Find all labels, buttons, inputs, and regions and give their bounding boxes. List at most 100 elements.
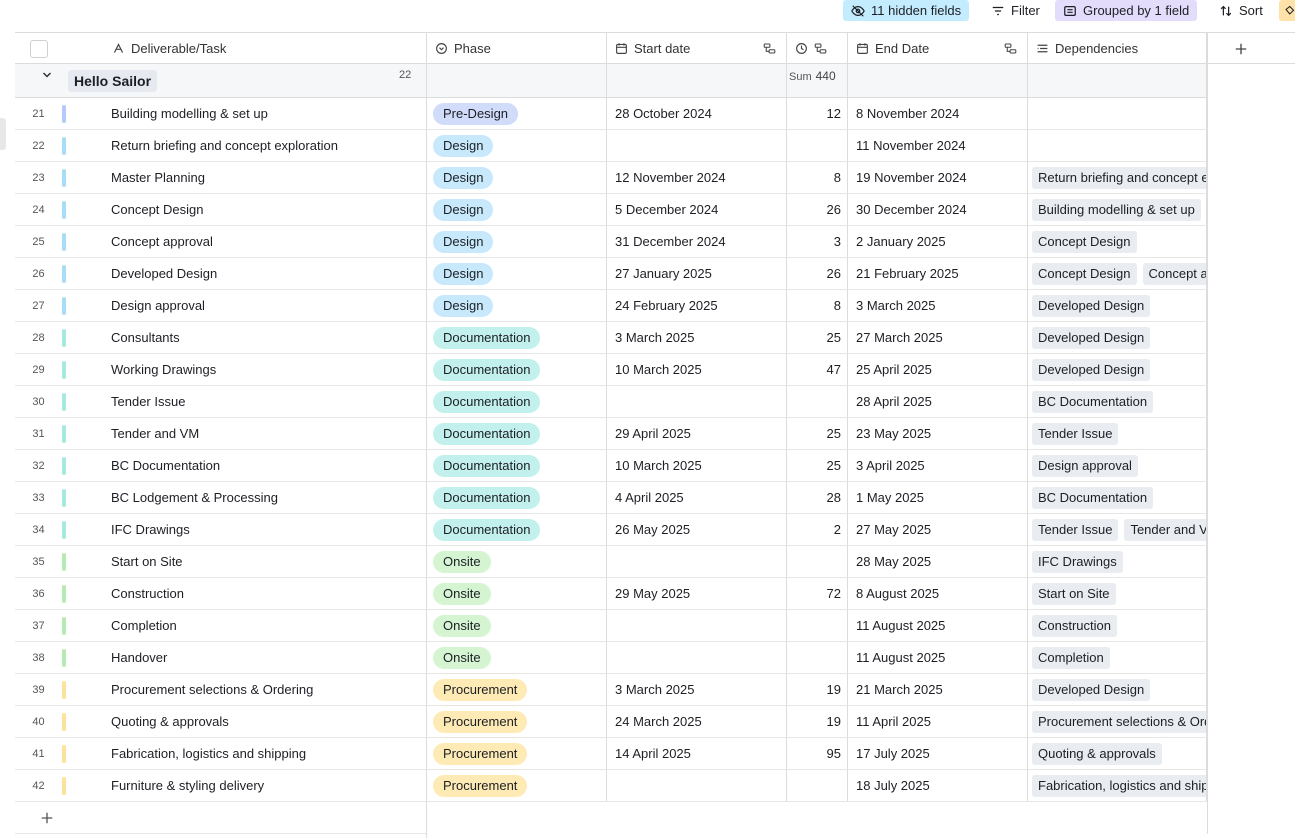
- start-date-cell[interactable]: 3 March 2025: [607, 322, 787, 353]
- task-name-cell[interactable]: Furniture & styling delivery: [66, 770, 427, 801]
- dependency-chip[interactable]: Construction: [1032, 614, 1117, 637]
- table-row[interactable]: 32 BC Documentation Documentation 10 March …: [15, 450, 1207, 482]
- table-row[interactable]: 42 Furniture & styling delivery Procuremen…: [15, 770, 1207, 802]
- dependencies-cell[interactable]: Quoting & approvals: [1028, 738, 1207, 769]
- phase-cell[interactable]: Pre-Design: [427, 98, 607, 129]
- table-row[interactable]: 36 Construction Onsite 29 May 2025 72 8 Augus…: [15, 578, 1207, 610]
- dependencies-cell[interactable]: Completion: [1028, 642, 1207, 673]
- phase-cell[interactable]: Procurement: [427, 706, 607, 737]
- start-date-cell[interactable]: [607, 546, 787, 577]
- end-date-cell[interactable]: 30 December 2024: [848, 194, 1028, 225]
- dependency-chip[interactable]: IFC Drawings: [1032, 550, 1123, 573]
- phase-cell[interactable]: Procurement: [427, 738, 607, 769]
- sort-button[interactable]: Sort: [1211, 0, 1271, 21]
- duration-cell[interactable]: 47: [787, 354, 848, 385]
- start-date-cell[interactable]: [607, 770, 787, 801]
- dependency-chip[interactable]: BC Documentation: [1032, 486, 1154, 509]
- task-name-cell[interactable]: Building modelling & set up: [66, 98, 427, 129]
- duration-cell[interactable]: [787, 770, 848, 801]
- task-name-cell[interactable]: Working Drawings: [66, 354, 427, 385]
- table-row[interactable]: 41 Fabrication, logistics and shipping Pro…: [15, 738, 1207, 770]
- dependencies-cell[interactable]: [1028, 98, 1207, 129]
- task-name-cell[interactable]: Tender and VM: [66, 418, 427, 449]
- phase-cell[interactable]: Design: [427, 290, 607, 321]
- start-date-cell[interactable]: 26 May 2025: [607, 514, 787, 545]
- dependency-chip[interactable]: Building modelling & set up: [1032, 198, 1201, 221]
- phase-cell[interactable]: Onsite: [427, 546, 607, 577]
- start-date-cell[interactable]: 31 December 2024: [607, 226, 787, 257]
- end-date-cell[interactable]: 21 February 2025: [848, 258, 1028, 289]
- dependencies-cell[interactable]: Developed Design: [1028, 354, 1207, 385]
- phase-cell[interactable]: Onsite: [427, 610, 607, 641]
- table-row[interactable]: 23 Master Planning Design 12 November 2024 8…: [15, 162, 1207, 194]
- duration-cell[interactable]: [787, 546, 848, 577]
- end-date-cell[interactable]: 28 May 2025: [848, 546, 1028, 577]
- end-date-cell[interactable]: 19 November 2024: [848, 162, 1028, 193]
- dependency-chip[interactable]: Design approval: [1032, 454, 1138, 477]
- table-row[interactable]: 31 Tender and VM Documentation 29 April 202…: [15, 418, 1207, 450]
- duration-cell[interactable]: [787, 642, 848, 673]
- task-name-cell[interactable]: Design approval: [66, 290, 427, 321]
- group-button[interactable]: Grouped by 1 field: [1055, 0, 1198, 21]
- table-row[interactable]: 37 Completion Onsite 11 August 2025 Construc…: [15, 610, 1207, 642]
- dependencies-cell[interactable]: Concept DesignConcept approval: [1028, 258, 1207, 289]
- filter-button[interactable]: Filter: [983, 0, 1048, 21]
- phase-cell[interactable]: Documentation: [427, 514, 607, 545]
- task-name-cell[interactable]: Concept Design: [66, 194, 427, 225]
- dependencies-cell[interactable]: Developed Design: [1028, 674, 1207, 705]
- end-date-cell[interactable]: 1 May 2025: [848, 482, 1028, 513]
- table-row[interactable]: 29 Working Drawings Documentation 10 March …: [15, 354, 1207, 386]
- phase-cell[interactable]: Design: [427, 194, 607, 225]
- table-row[interactable]: 27 Design approval Design 24 February 2025 8…: [15, 290, 1207, 322]
- end-date-cell[interactable]: 18 July 2025: [848, 770, 1028, 801]
- column-header-end[interactable]: End Date: [848, 33, 1028, 64]
- task-name-cell[interactable]: Quoting & approvals: [66, 706, 427, 737]
- duration-cell[interactable]: 26: [787, 194, 848, 225]
- start-date-cell[interactable]: [607, 130, 787, 161]
- start-date-cell[interactable]: 4 April 2025: [607, 482, 787, 513]
- end-date-cell[interactable]: 11 November 2024: [848, 130, 1028, 161]
- task-name-cell[interactable]: Start on Site: [66, 546, 427, 577]
- dependencies-cell[interactable]: Fabrication, logistics and shipping: [1028, 770, 1207, 801]
- start-date-cell[interactable]: 10 March 2025: [607, 354, 787, 385]
- start-date-cell[interactable]: 10 March 2025: [607, 450, 787, 481]
- hidden-fields-button[interactable]: 11 hidden fields: [843, 0, 970, 21]
- dependencies-cell[interactable]: BC Documentation: [1028, 482, 1207, 513]
- column-header-task[interactable]: Deliverable/Task: [62, 33, 427, 64]
- select-all-checkbox[interactable]: [29, 39, 48, 58]
- table-row[interactable]: 26 Developed Design Design 27 January 2025 2…: [15, 258, 1207, 290]
- dependency-chip[interactable]: Developed Design: [1032, 358, 1151, 381]
- dependency-chip[interactable]: Fabrication, logistics and shipping: [1032, 774, 1206, 797]
- start-date-cell[interactable]: [607, 610, 787, 641]
- phase-cell[interactable]: Documentation: [427, 386, 607, 417]
- dependency-chip[interactable]: Tender Issue: [1032, 518, 1119, 541]
- duration-cell[interactable]: [787, 386, 848, 417]
- dependencies-cell[interactable]: [1028, 130, 1207, 161]
- task-name-cell[interactable]: Tender Issue: [66, 386, 427, 417]
- dependencies-cell[interactable]: Construction: [1028, 610, 1207, 641]
- dependency-chip[interactable]: Completion: [1032, 646, 1110, 669]
- dependency-chip[interactable]: Quoting & approvals: [1032, 742, 1162, 765]
- end-date-cell[interactable]: 11 August 2025: [848, 610, 1028, 641]
- duration-cell[interactable]: 8: [787, 162, 848, 193]
- phase-cell[interactable]: Documentation: [427, 354, 607, 385]
- table-row[interactable]: 30 Tender Issue Documentation 28 April 2025…: [15, 386, 1207, 418]
- table-row[interactable]: 24 Concept Design Design 5 December 2024 26 3…: [15, 194, 1207, 226]
- dependencies-cell[interactable]: BC Documentation: [1028, 386, 1207, 417]
- task-name-cell[interactable]: Procurement selections & Ordering: [66, 674, 427, 705]
- phase-cell[interactable]: Design: [427, 162, 607, 193]
- task-name-cell[interactable]: Construction: [66, 578, 427, 609]
- phase-cell[interactable]: Design: [427, 258, 607, 289]
- phase-cell[interactable]: Procurement: [427, 770, 607, 801]
- duration-cell[interactable]: 8: [787, 290, 848, 321]
- dependencies-cell[interactable]: IFC Drawings: [1028, 546, 1207, 577]
- start-date-cell[interactable]: [607, 386, 787, 417]
- duration-cell[interactable]: 19: [787, 706, 848, 737]
- start-date-cell[interactable]: 5 December 2024: [607, 194, 787, 225]
- dependencies-cell[interactable]: Tender IssueTender and VM: [1028, 514, 1207, 545]
- end-date-cell[interactable]: 8 August 2025: [848, 578, 1028, 609]
- end-date-cell[interactable]: 28 April 2025: [848, 386, 1028, 417]
- table-row[interactable]: 21 Building modelling & set up Pre-Design 2…: [15, 98, 1207, 130]
- duration-cell[interactable]: 12: [787, 98, 848, 129]
- duration-cell[interactable]: [787, 130, 848, 161]
